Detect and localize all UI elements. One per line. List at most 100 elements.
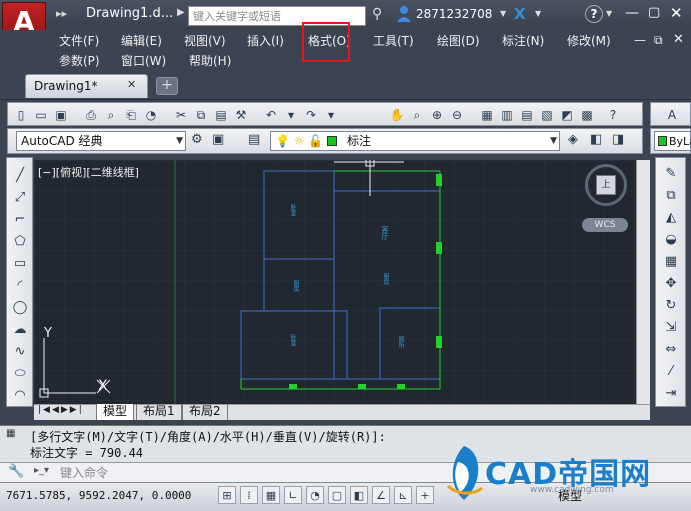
menu-file[interactable]: 文件(F) <box>59 32 99 49</box>
dynamic-ucs-icon[interactable]: ⊾ <box>394 486 412 504</box>
chevron-down-icon[interactable]: ▼ <box>606 9 612 18</box>
wcs-button[interactable]: WCS <box>582 218 628 232</box>
doc-close-icon[interactable]: ✕ <box>673 32 684 47</box>
new-tab-button[interactable]: + <box>156 77 178 95</box>
properties-icon[interactable]: ▦ <box>478 106 496 124</box>
spline-icon[interactable]: ∿ <box>10 342 30 362</box>
chevron-down-icon[interactable]: ▼ <box>500 9 506 18</box>
menu-window[interactable]: 窗口(W) <box>121 52 166 69</box>
scale-icon[interactable]: ⇲ <box>661 318 681 338</box>
search-binoculars-icon[interactable]: ⚲ <box>372 6 382 22</box>
user-name[interactable]: 2871232708 <box>416 7 492 21</box>
move-icon[interactable]: ✥ <box>661 274 681 294</box>
tab-close-icon[interactable]: ✕ <box>127 78 136 91</box>
drawing-canvas[interactable]: Y X [−][俯视][二维线框] 卧室 客厅 厨房 厨房 卧室 厕所 上 WC… <box>34 160 636 404</box>
arc-icon[interactable]: ◜ <box>10 276 30 296</box>
tab-layout1[interactable]: 布局1 <box>136 404 182 420</box>
chevron-down-icon[interactable]: ▾ <box>282 106 300 124</box>
construction-line-icon[interactable]: ⤢ <box>10 188 30 208</box>
trim-icon[interactable]: ⁄ <box>661 362 681 382</box>
open-icon[interactable]: ▭ <box>32 106 50 124</box>
extend-icon[interactable]: ⇥ <box>661 384 681 404</box>
undo-icon[interactable]: ↶ <box>262 106 280 124</box>
close-icon[interactable]: ✕ <box>670 4 683 22</box>
menu-view[interactable]: 视图(V) <box>184 32 226 49</box>
erase-icon[interactable]: ✎ <box>661 164 681 184</box>
polar-tracking-icon[interactable]: ◔ <box>306 486 324 504</box>
color-select[interactable]: ByLa <box>654 131 691 151</box>
offset-icon[interactable]: ◒ <box>661 230 681 250</box>
ellipse-arc-icon[interactable]: ◠ <box>10 386 30 406</box>
infer-constraints-icon[interactable]: ⊞ <box>218 486 236 504</box>
help-icon[interactable]: ? <box>604 106 622 124</box>
user-icon[interactable] <box>396 5 412 23</box>
zoom-window-icon[interactable]: ⊕ <box>428 106 446 124</box>
plot-icon[interactable]: ⎗ <box>122 106 140 124</box>
markup-icon[interactable]: ◩ <box>558 106 576 124</box>
save-icon[interactable]: ▣ <box>52 106 70 124</box>
3d-object-snap-icon[interactable]: ◧ <box>350 486 368 504</box>
ortho-mode-icon[interactable]: ∟ <box>284 486 302 504</box>
quick-access-more[interactable]: ▸▸ <box>56 7 67 20</box>
redo-icon[interactable]: ↷ <box>302 106 320 124</box>
text-icon[interactable]: A <box>663 106 681 124</box>
layer-properties-icon[interactable]: ▤ <box>248 132 266 150</box>
help-icon[interactable]: ? <box>585 5 603 23</box>
coordinate-readout[interactable]: 7671.5785, 9592.2047, 0.0000 <box>6 489 191 502</box>
quickcalc-icon[interactable]: ▩ <box>578 106 596 124</box>
vertical-scrollbar[interactable] <box>636 160 650 404</box>
cut-icon[interactable]: ✂ <box>172 106 190 124</box>
polygon-icon[interactable]: ⬠ <box>10 232 30 252</box>
circle-icon[interactable]: ◯ <box>10 298 30 318</box>
copy-icon[interactable]: ⧉ <box>192 106 210 124</box>
chevron-down-icon[interactable]: ▾ <box>322 106 340 124</box>
match-properties-icon[interactable]: ⚒ <box>232 106 250 124</box>
grid-display-icon[interactable]: ▦ <box>262 486 280 504</box>
stretch-icon[interactable]: ⇔ <box>661 340 681 360</box>
menu-help[interactable]: 帮助(H) <box>189 52 231 69</box>
menu-draw[interactable]: 绘图(D) <box>437 32 480 49</box>
menu-parametric[interactable]: 参数(P) <box>59 52 100 69</box>
menu-insert[interactable]: 插入(I) <box>247 32 284 49</box>
object-snap-tracking-icon[interactable]: ∠ <box>372 486 390 504</box>
preview-icon[interactable]: ⌕ <box>102 106 120 124</box>
layer-select[interactable]: 💡 ☼ 🔓 标注 ▼ <box>270 131 560 151</box>
new-icon[interactable]: ▯ <box>12 106 30 124</box>
ellipse-icon[interactable]: ⬭ <box>10 364 30 384</box>
revision-cloud-icon[interactable]: ☁ <box>10 320 30 340</box>
zoom-previous-icon[interactable]: ⊖ <box>448 106 466 124</box>
snap-mode-icon[interactable]: ⁞ <box>240 486 258 504</box>
viewport-controls[interactable]: [−][俯视][二维线框] <box>38 164 139 180</box>
tab-scroll-arrows[interactable]: |◀◀▶▶| <box>38 405 84 415</box>
polyline-icon[interactable]: ⌐ <box>10 210 30 230</box>
tab-model[interactable]: 模型 <box>96 404 135 420</box>
layer-previous-icon[interactable]: ◧ <box>590 132 602 147</box>
copy-object-icon[interactable]: ⧉ <box>661 186 681 206</box>
paste-icon[interactable]: ▤ <box>212 106 230 124</box>
exchange-icon[interactable]: X <box>514 5 526 23</box>
maximize-icon[interactable]: ▢ <box>648 5 660 20</box>
publish-icon[interactable]: ◔ <box>142 106 160 124</box>
viewcube-face[interactable]: 上 <box>596 175 616 195</box>
play-icon[interactable]: ▶ <box>177 7 185 18</box>
layer-state-icon[interactable]: ◨ <box>612 132 624 147</box>
customize-wrench-icon[interactable]: 🔧 <box>8 464 24 479</box>
zoom-realtime-icon[interactable]: ⌕ <box>408 106 426 124</box>
design-center-icon[interactable]: ▥ <box>498 106 516 124</box>
tab-layout2[interactable]: 布局2 <box>182 404 228 420</box>
chevron-down-icon[interactable]: ▼ <box>535 9 541 18</box>
mirror-icon[interactable]: ◭ <box>661 208 681 228</box>
sheet-set-icon[interactable]: ▧ <box>538 106 556 124</box>
command-input[interactable]: 键入命令 <box>32 463 432 481</box>
workspace-select[interactable]: AutoCAD 经典 ▼ <box>16 131 186 151</box>
dynamic-input-icon[interactable]: + <box>416 486 434 504</box>
array-icon[interactable]: ▦ <box>661 252 681 272</box>
tool-palettes-icon[interactable]: ▤ <box>518 106 536 124</box>
line-icon[interactable]: ╱ <box>10 166 30 186</box>
object-snap-icon[interactable]: ▢ <box>328 486 346 504</box>
workspace-settings-icon[interactable]: ⚙ <box>191 132 209 150</box>
minimize-icon[interactable]: — <box>625 5 639 21</box>
rotate-icon[interactable]: ↻ <box>661 296 681 316</box>
make-current-layer-icon[interactable]: ◈ <box>568 132 578 147</box>
doc-minimize-icon[interactable]: — <box>634 33 646 47</box>
